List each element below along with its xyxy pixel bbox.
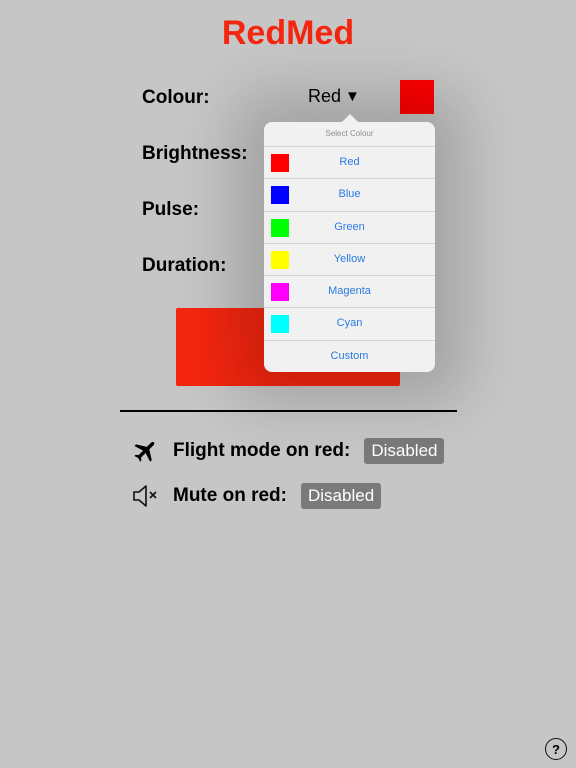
colour-option-label: Red [339, 156, 360, 168]
mute-toggle[interactable]: Disabled [301, 483, 382, 509]
colour-dropdown[interactable]: Red ▼ [308, 86, 360, 107]
colour-option-label: Green [334, 220, 365, 233]
speaker-mute-icon [131, 481, 161, 511]
mute-row: Mute on red: Disabled [131, 481, 382, 511]
flight-mode-label: Flight mode on red: [173, 440, 351, 461]
colour-option-label: Magenta [328, 285, 371, 298]
colour-label: Colour: [142, 87, 210, 108]
colour-option-label: Yellow [333, 252, 366, 265]
section-divider [120, 410, 457, 412]
colour-option-yellow[interactable]: Yellow [264, 244, 435, 277]
airplane-icon [131, 436, 161, 466]
colour-value: Red [308, 86, 342, 106]
colour-option-label: Cyan [336, 317, 363, 330]
colour-option-magenta[interactable]: Magenta [264, 276, 435, 309]
app-title: RedMed [221, 14, 355, 52]
popover-arrow [341, 114, 359, 123]
colour-option-green[interactable]: Green [264, 212, 435, 244]
flight-mode-toggle[interactable]: Disabled [364, 438, 445, 464]
colour-option-label: Custom [330, 349, 369, 362]
help-icon[interactable]: ? [545, 738, 567, 760]
colour-option-label: Blue [338, 188, 361, 201]
dropdown-caret-icon: ▼ [345, 88, 360, 105]
pulse-label: Pulse: [142, 199, 200, 220]
mute-label: Mute on red: [173, 485, 287, 506]
colour-option-custom[interactable]: Custom [264, 341, 435, 372]
colour-option-blue[interactable]: Blue [264, 179, 435, 212]
brightness-label: Brightness: [142, 143, 248, 164]
flight-mode-row: Flight mode on red: Disabled [131, 436, 445, 466]
duration-label: Duration: [142, 255, 227, 276]
colour-picker-popover: Select Colour Red Blue Green Yellow Mage… [264, 122, 435, 372]
popover-title: Select Colour [264, 122, 435, 147]
current-colour-swatch[interactable] [400, 80, 434, 114]
colour-option-cyan[interactable]: Cyan [264, 308, 435, 341]
colour-option-red[interactable]: Red [264, 147, 435, 180]
